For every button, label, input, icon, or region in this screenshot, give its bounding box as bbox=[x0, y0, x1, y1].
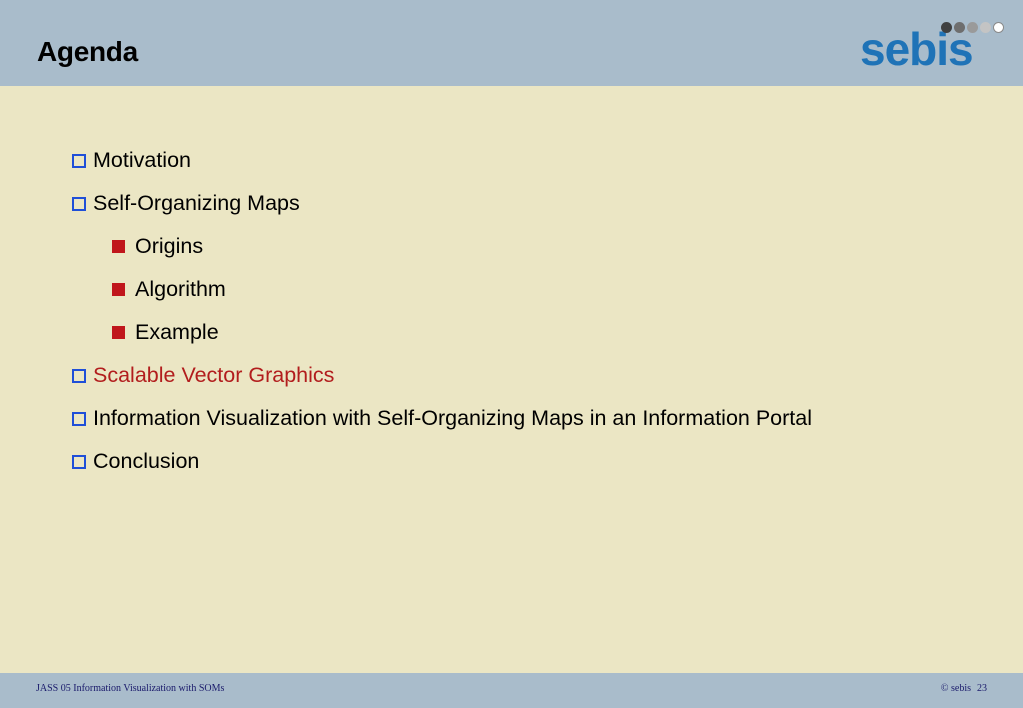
sebis-logo: sebis bbox=[855, 18, 1010, 74]
agenda-item-label: Self-Organizing Maps bbox=[93, 191, 300, 215]
agenda-item-label: Motivation bbox=[93, 148, 191, 172]
page-number: 23 bbox=[977, 683, 987, 694]
agenda-subitem-algorithm: Algorithm bbox=[112, 277, 226, 302]
filled-square-bullet-icon bbox=[112, 283, 125, 296]
hollow-square-bullet-icon bbox=[72, 411, 86, 426]
hollow-square-bullet-icon bbox=[72, 153, 86, 168]
filled-square-bullet-icon bbox=[112, 326, 125, 339]
hollow-square-bullet-icon bbox=[72, 454, 86, 469]
agenda-item-label-current: Scalable Vector Graphics bbox=[93, 363, 335, 387]
agenda-item-information-visualization: Information Visualization with Self-Orga… bbox=[72, 406, 812, 431]
agenda-subitem-example: Example bbox=[112, 320, 219, 345]
agenda-item-self-organizing-maps: Self-Organizing Maps bbox=[72, 191, 300, 216]
agenda-item-label: Information Visualization with Self-Orga… bbox=[93, 406, 813, 430]
slide-content: Motivation Self-Organizing Maps Origins … bbox=[0, 86, 1023, 673]
footer-copyright: © sebis bbox=[940, 683, 971, 694]
agenda-subitem-label: Algorithm bbox=[135, 277, 226, 301]
agenda-item-label: Conclusion bbox=[93, 449, 200, 473]
filled-square-bullet-icon bbox=[112, 240, 125, 253]
agenda-item-conclusion: Conclusion bbox=[72, 449, 199, 474]
slide-footer: JASS 05 Information Visualization with S… bbox=[0, 673, 1023, 708]
footer-page-info: © sebis 23 bbox=[941, 683, 987, 694]
logo-dot-4 bbox=[980, 22, 991, 33]
footer-course-title: JASS 05 Information Visualization with S… bbox=[36, 683, 225, 694]
logo-dot-3 bbox=[967, 22, 978, 33]
logo-dot-1 bbox=[941, 22, 952, 33]
hollow-square-bullet-icon bbox=[72, 196, 86, 211]
hollow-square-bullet-icon bbox=[72, 368, 86, 383]
agenda-subitem-label: Origins bbox=[135, 234, 204, 258]
agenda-subitem-label: Example bbox=[135, 320, 219, 344]
logo-dot-2 bbox=[954, 22, 965, 33]
logo-dot-5 bbox=[993, 22, 1004, 33]
agenda-item-scalable-vector-graphics: Scalable Vector Graphics bbox=[72, 363, 334, 388]
agenda-subitem-origins: Origins bbox=[112, 234, 203, 259]
agenda-item-motivation: Motivation bbox=[72, 148, 191, 173]
page-title: Agenda bbox=[37, 36, 138, 67]
slide-header: Agenda sebis bbox=[0, 0, 1023, 86]
